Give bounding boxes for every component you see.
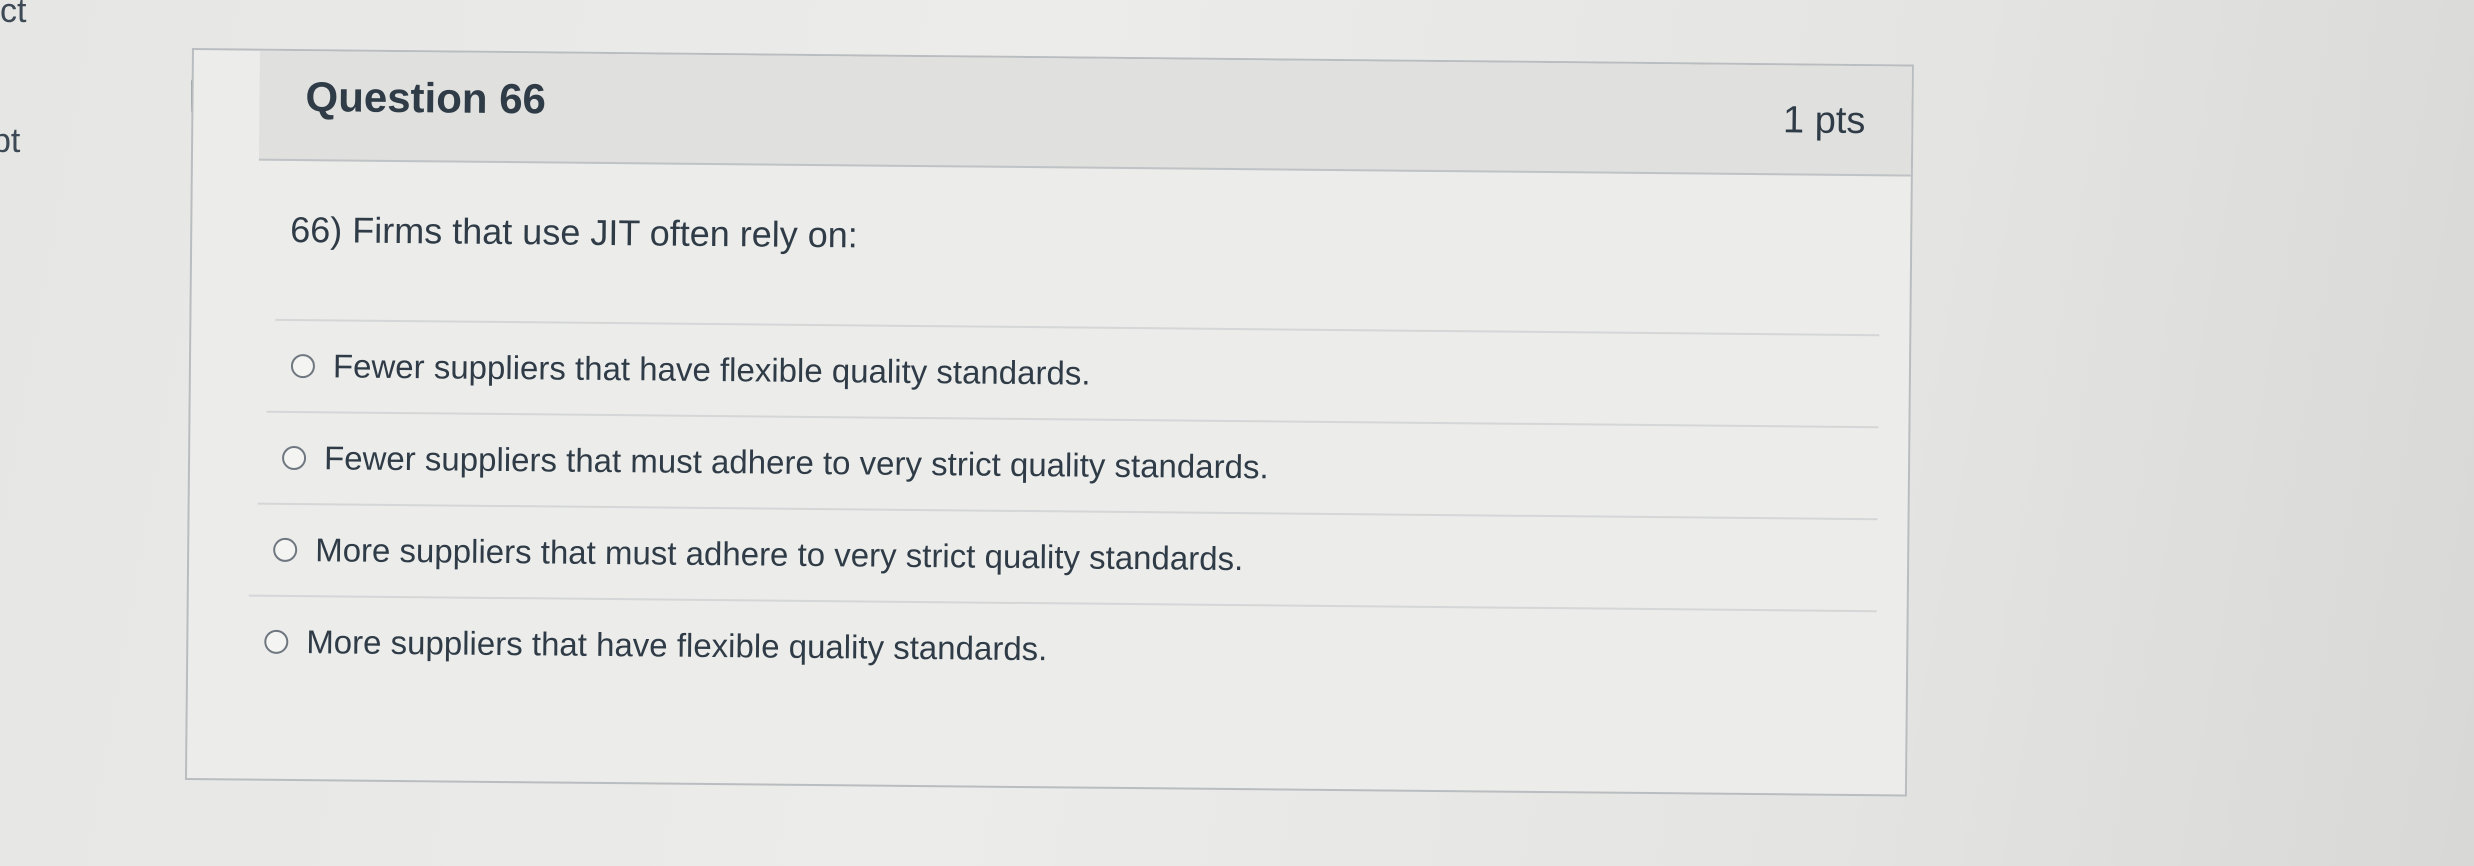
page: ct pt Question 66 1 pts 66) Firms that u…	[0, 0, 2474, 866]
left-edge-text-fragment: ct	[0, 0, 27, 30]
answer-label: More suppliers that must adhere to very …	[315, 531, 1244, 578]
answer-option[interactable]: Fewer suppliers that have flexible quali…	[274, 318, 1880, 427]
answer-option[interactable]: More suppliers that have flexible qualit…	[247, 594, 1877, 703]
radio-unchecked-icon[interactable]	[281, 445, 307, 471]
question-header: Question 66 1 pts	[258, 50, 1912, 177]
question-body: 66) Firms that use JIT often rely on: Fe…	[247, 161, 1911, 795]
answer-list: Fewer suppliers that have flexible quali…	[247, 318, 1880, 703]
question-title: Question 66	[305, 73, 547, 123]
question-card: Question 66 1 pts 66) Firms that use JIT…	[184, 48, 1914, 797]
question-text: 66) Firms that use JIT often rely on:	[290, 208, 858, 256]
answer-label: More suppliers that have flexible qualit…	[306, 623, 1048, 668]
answer-label: Fewer suppliers that have flexible quali…	[332, 347, 1091, 392]
answer-label: Fewer suppliers that must adhere to very…	[323, 439, 1269, 486]
answer-option[interactable]: Fewer suppliers that must adhere to very…	[265, 410, 1879, 519]
radio-unchecked-icon[interactable]	[264, 629, 289, 654]
question-points: 1 pts	[1782, 99, 1866, 143]
answer-option[interactable]: More suppliers that must adhere to very …	[256, 502, 1878, 611]
radio-unchecked-icon[interactable]	[290, 353, 316, 379]
left-edge-text-fragment: pt	[0, 122, 21, 160]
radio-unchecked-icon[interactable]	[273, 537, 298, 563]
